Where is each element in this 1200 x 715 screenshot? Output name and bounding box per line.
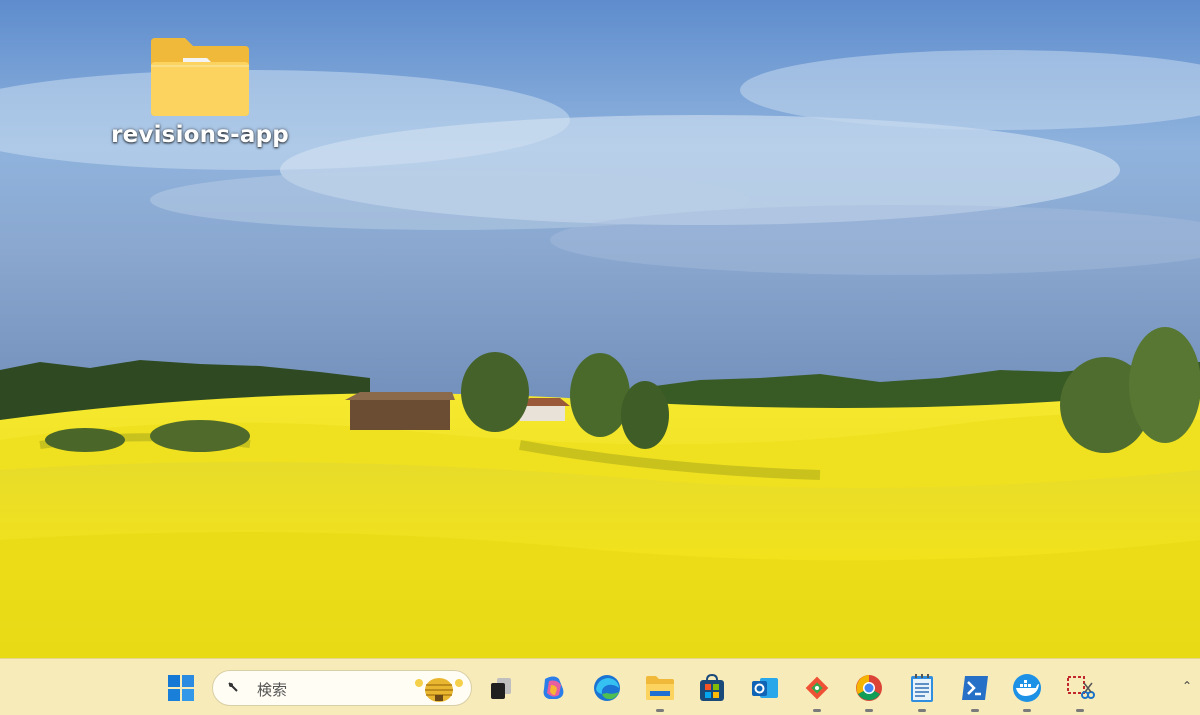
running-indicator xyxy=(971,709,979,712)
snipping-tool-button[interactable] xyxy=(1063,671,1097,705)
search-box[interactable]: 検索 xyxy=(212,670,472,706)
task-view-icon xyxy=(491,678,511,699)
docker-button[interactable] xyxy=(1010,671,1044,705)
folder-icon xyxy=(151,38,249,116)
store-icon xyxy=(700,673,724,701)
search-icon xyxy=(228,682,238,692)
git-icon xyxy=(805,676,829,700)
chevron-up-icon[interactable]: ⌃ xyxy=(1182,679,1192,693)
desktop: revisions-app xyxy=(0,0,1200,658)
docker-icon xyxy=(1013,674,1041,702)
running-indicator xyxy=(1023,709,1031,712)
file-explorer-button[interactable] xyxy=(643,671,677,705)
running-indicator xyxy=(918,709,926,712)
running-indicator xyxy=(813,709,821,712)
notepad-icon xyxy=(911,674,933,702)
running-indicator xyxy=(1076,709,1084,712)
beehive-icon xyxy=(415,678,463,702)
running-indicator xyxy=(656,709,664,712)
taskbar: 検索 ⌃ xyxy=(0,658,1200,715)
edge-button[interactable] xyxy=(590,671,624,705)
outlook-icon xyxy=(752,678,778,698)
desktop-icon-label: revisions-app xyxy=(111,122,289,148)
chrome-button[interactable] xyxy=(852,671,886,705)
folder-icon xyxy=(646,676,674,700)
chrome-icon xyxy=(856,675,882,701)
copilot-icon xyxy=(543,676,564,699)
task-view-button[interactable] xyxy=(484,671,518,705)
notepad-button[interactable] xyxy=(905,671,939,705)
powershell-button[interactable] xyxy=(958,671,992,705)
search-placeholder: 検索 xyxy=(257,681,288,699)
start-button[interactable] xyxy=(164,671,198,705)
running-indicator xyxy=(865,709,873,712)
outlook-button[interactable] xyxy=(748,671,782,705)
store-button[interactable] xyxy=(695,671,729,705)
git-button[interactable] xyxy=(800,671,834,705)
desktop-icon-revisions-app[interactable]: revisions-app xyxy=(108,36,292,172)
edge-icon xyxy=(594,675,620,701)
copilot-button[interactable] xyxy=(537,671,571,705)
windows-logo-icon xyxy=(168,675,194,701)
snipping-tool-icon xyxy=(1067,676,1095,699)
powershell-icon xyxy=(962,676,988,700)
